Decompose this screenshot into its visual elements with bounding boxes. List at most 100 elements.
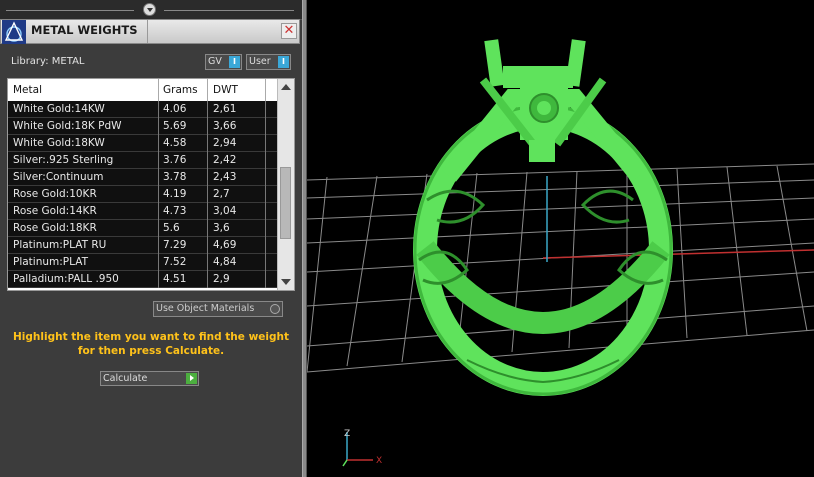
metal-cell: Silver:.925 Sterling [13, 154, 114, 166]
table-row[interactable]: Platinum:PLAT 7.52 4,84 [8, 254, 279, 271]
column-divider [158, 118, 159, 135]
column-divider [158, 254, 159, 271]
table-row[interactable]: White Gold:14KW 4.06 2,61 [8, 101, 279, 118]
panel-title-bar: METAL WEIGHTS ✕ [0, 19, 300, 44]
column-divider [158, 271, 159, 288]
column-divider [207, 79, 208, 101]
top-bar-line-right [164, 10, 294, 11]
dwt-cell: 4,84 [213, 256, 237, 268]
dwt-cell: 4,69 [213, 239, 237, 251]
table-row[interactable]: Rose Gold:10KR 4.19 2,7 [8, 186, 279, 203]
column-divider [265, 220, 266, 237]
column-divider [207, 135, 208, 152]
metal-cell: White Gold:18KW [13, 137, 105, 149]
metal-table: Metal Grams DWT White Gold:14KW 4.06 2,61 W… [7, 78, 295, 291]
grams-cell: 7.29 [163, 239, 187, 251]
column-divider [207, 118, 208, 135]
column-divider [265, 271, 266, 288]
table-row[interactable]: Platinum:PLAT RU 7.29 4,69 [8, 237, 279, 254]
column-divider [158, 203, 159, 220]
gv-toggle-indicator-icon: I [229, 56, 240, 68]
metal-cell: Palladium:PALL .950 [13, 273, 119, 285]
column-divider [207, 186, 208, 203]
table-row[interactable]: Rose Gold:18KR 5.6 3,6 [8, 220, 279, 237]
grams-cell: 4.51 [163, 273, 187, 285]
table-row[interactable]: Silver:.925 Sterling 3.76 2,42 [8, 152, 279, 169]
grams-cell: 3.78 [163, 171, 187, 183]
gv-toggle[interactable]: GV I [205, 54, 242, 70]
dwt-cell: 2,94 [213, 137, 237, 149]
column-divider [158, 237, 159, 254]
table-row[interactable]: Palladium:PALL .950 4.51 2,9 [8, 271, 279, 288]
user-toggle[interactable]: User I [246, 54, 291, 70]
column-divider [207, 271, 208, 288]
column-divider [207, 169, 208, 186]
radio-icon[interactable] [270, 304, 280, 314]
column-header-grams[interactable]: Grams [163, 84, 198, 96]
panel-top-bar [0, 0, 302, 20]
user-toggle-indicator-icon: I [278, 56, 289, 68]
dwt-cell: 3,66 [213, 120, 237, 132]
3d-viewport[interactable]: Z X [307, 0, 814, 477]
metal-cell: Rose Gold:10KR [13, 188, 97, 200]
ring-model[interactable] [413, 39, 673, 396]
column-divider [207, 220, 208, 237]
table-row[interactable]: Rose Gold:14KR 4.73 3,04 [8, 203, 279, 220]
column-divider [265, 118, 266, 135]
dwt-cell: 2,42 [213, 154, 237, 166]
table-row[interactable]: White Gold:18K PdW 5.69 3,66 [8, 118, 279, 135]
column-divider [265, 254, 266, 271]
column-header-dwt[interactable]: DWT [213, 84, 238, 96]
panel-content: Library: METAL GV I User I Metal Grams D… [0, 44, 302, 477]
column-divider [158, 169, 159, 186]
scroll-up-icon[interactable] [281, 84, 291, 90]
use-object-materials-label: Use Object Materials [156, 303, 255, 314]
app-logo-icon [2, 20, 26, 44]
close-icon[interactable]: ✕ [281, 23, 297, 39]
column-divider [265, 152, 266, 169]
table-row[interactable]: Silver:Continuum 3.78 2,43 [8, 169, 279, 186]
metal-cell: White Gold:14KW [13, 103, 105, 115]
column-divider [207, 203, 208, 220]
table-scrollbar[interactable] [277, 79, 294, 290]
metal-cell: Silver:Continuum [13, 171, 104, 183]
scroll-down-icon[interactable] [281, 279, 291, 285]
dwt-cell: 2,9 [213, 273, 230, 285]
grams-cell: 3.76 [163, 154, 187, 166]
grams-cell: 5.69 [163, 120, 187, 132]
calculate-button[interactable]: Calculate [100, 371, 199, 386]
grams-cell: 4.19 [163, 188, 187, 200]
column-divider [265, 237, 266, 254]
column-divider [158, 152, 159, 169]
library-label: Library: METAL [11, 56, 85, 67]
table-body: White Gold:14KW 4.06 2,61 White Gold:18K Pd… [8, 101, 279, 288]
dwt-cell: 2,7 [213, 188, 230, 200]
z-axis-label: Z [344, 429, 350, 439]
dwt-cell: 2,43 [213, 171, 237, 183]
scroll-thumb[interactable] [280, 167, 291, 239]
viewport-canvas: Z X [307, 39, 814, 467]
user-toggle-label: User [249, 56, 271, 67]
gv-toggle-label: GV [208, 56, 222, 67]
grams-cell: 4.58 [163, 137, 187, 149]
play-icon[interactable] [186, 373, 197, 384]
panel-title: METAL WEIGHTS [31, 23, 138, 37]
column-divider [158, 135, 159, 152]
grams-cell: 7.52 [163, 256, 187, 268]
grams-cell: 4.06 [163, 103, 187, 115]
column-header-metal[interactable]: Metal [13, 84, 42, 96]
use-object-materials-option[interactable]: Use Object Materials [153, 301, 283, 317]
column-divider [158, 186, 159, 203]
column-divider [265, 79, 266, 101]
column-divider [207, 152, 208, 169]
collapse-knob-icon[interactable] [143, 3, 156, 16]
column-divider [158, 101, 159, 118]
calculate-label: Calculate [103, 373, 148, 384]
metal-cell: Platinum:PLAT [13, 256, 88, 268]
title-separator [147, 20, 148, 43]
table-row[interactable]: White Gold:18KW 4.58 2,94 [8, 135, 279, 152]
grams-cell: 5.6 [163, 222, 180, 234]
dwt-cell: 3,04 [213, 205, 237, 217]
metal-cell: White Gold:18K PdW [13, 120, 122, 132]
column-divider [158, 79, 159, 101]
